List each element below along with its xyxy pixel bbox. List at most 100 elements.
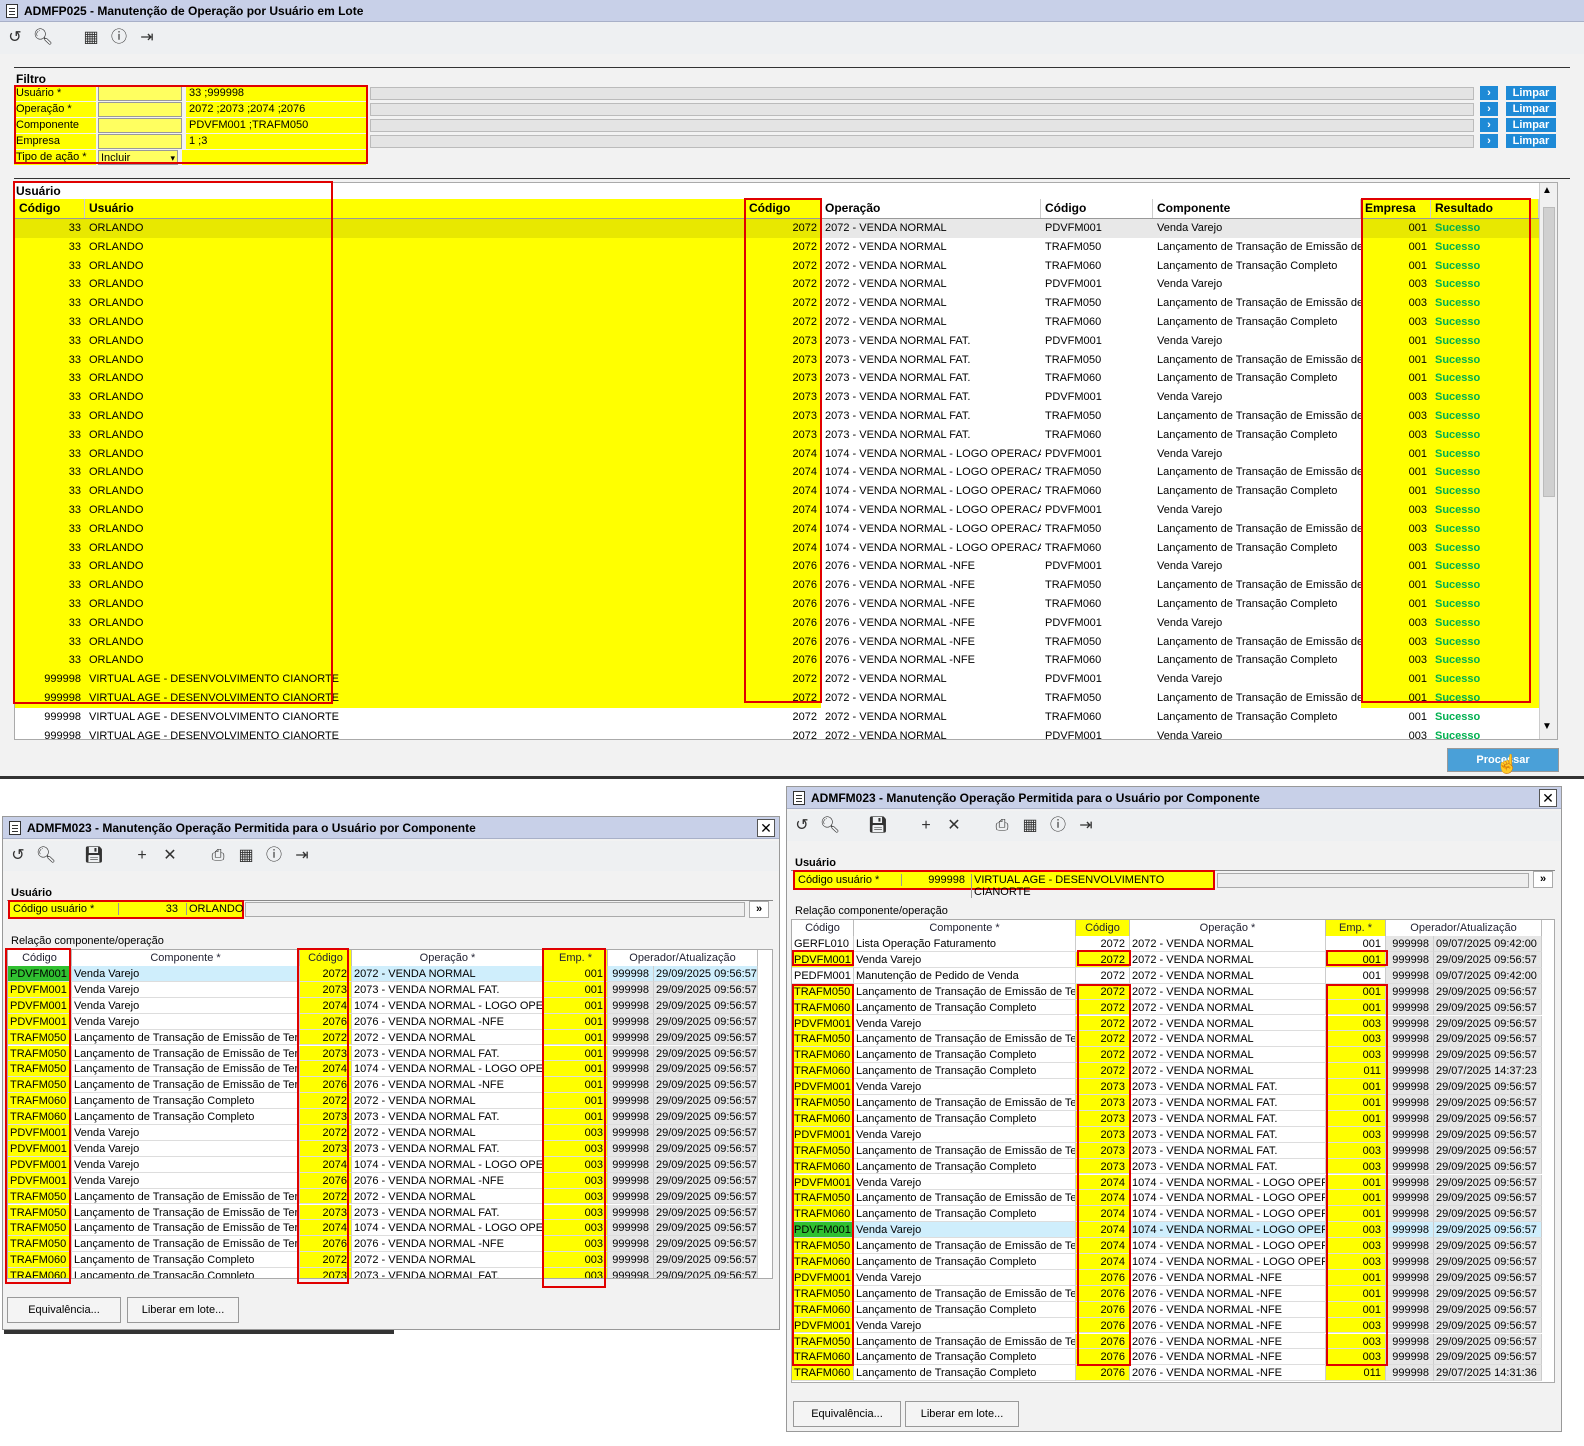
refresh-icon[interactable]: ↺ <box>4 27 26 49</box>
table-row[interactable]: TRAFM050 Lançamento de Transação de Emiss… <box>792 1190 1542 1207</box>
table-row[interactable]: PDVFM001 Venda Varejo 2076 2076 - VENDA NOR… <box>8 1013 758 1030</box>
calendar-icon[interactable]: ▦ <box>80 27 102 49</box>
search-icon[interactable]: 🔍︎ <box>32 27 54 49</box>
exit-icon[interactable]: ⇥ <box>1075 815 1097 837</box>
table-row[interactable]: TRAFM050 Lançamento de Transação de Emiss… <box>8 1188 758 1205</box>
help-icon[interactable]: ⓘ <box>108 27 130 49</box>
table-row[interactable]: PDVFM001 Venda Varejo 2076 2076 - VENDA NOR… <box>8 1172 758 1189</box>
table-row[interactable]: PDVFM001 Venda Varejo 2072 2072 - VENDA NOR… <box>8 1125 758 1141</box>
table-row[interactable]: PDVFM001 Venda Varejo 2074 1074 - VENDA NOR… <box>792 1174 1542 1191</box>
filtro-limpar-button-3[interactable]: Limpar <box>1506 134 1556 148</box>
delete-icon[interactable]: ✕ <box>943 815 965 837</box>
table-row[interactable]: TRAFM050 Lançamento de Transação de Emiss… <box>8 1220 758 1237</box>
sub-header-0[interactable]: Código <box>792 920 854 936</box>
filtro-select-button-1[interactable]: › <box>1480 102 1498 116</box>
table-row[interactable]: PDVFM001 Venda Varejo 2076 2076 - VENDA NOR… <box>792 1269 1542 1286</box>
table-row[interactable]: TRAFM050 Lançamento de Transação de Emiss… <box>792 1285 1542 1302</box>
table-row[interactable]: TRAFM060 Lançamento de Transação Completo… <box>792 1349 1542 1366</box>
exit-icon[interactable]: ⇥ <box>136 27 158 49</box>
left-codigo-input[interactable]: 33 <box>118 903 182 915</box>
table-row[interactable]: PDVFM001 Venda Varejo 2073 2073 - VENDA NOR… <box>8 1140 758 1157</box>
refresh-icon[interactable]: ↺ <box>791 815 813 837</box>
sub-header-5[interactable]: Operador/Atualização <box>1386 920 1542 936</box>
table-row[interactable]: TRAFM050 Lançamento de Transação de Emiss… <box>792 983 1542 1000</box>
table-row[interactable]: TRAFM050 Lançamento de Transação de Emiss… <box>8 1077 758 1094</box>
table-row[interactable]: TRAFM050 Lançamento de Transação de Emiss… <box>792 1333 1542 1350</box>
table-row[interactable]: TRAFM050 Lançamento de Transação de Emiss… <box>792 1031 1542 1048</box>
table-row[interactable]: TRAFM060 Lançamento de Transação Completo… <box>792 1047 1542 1064</box>
sub-header-5[interactable]: Operador/Atualização <box>608 950 758 966</box>
table-row[interactable]: TRAFM060 Lançamento de Transação Completo… <box>8 1093 758 1110</box>
filtro-limpar-button-0[interactable]: Limpar <box>1506 86 1556 100</box>
table-row[interactable]: PDVFM001 Venda Varejo 2072 2072 - VENDA NOR… <box>792 1015 1542 1032</box>
table-row[interactable]: PDVFM001 Venda Varejo 2072 2072 - VENDA NOR… <box>8 966 758 982</box>
table-row[interactable]: PDVFM001 Venda Varejo 2076 2076 - VENDA NOR… <box>792 1317 1542 1334</box>
grid-header-4[interactable]: Código <box>1041 199 1153 218</box>
filtro-select-button-3[interactable]: › <box>1480 134 1498 148</box>
filtro-limpar-button-2[interactable]: Limpar <box>1506 118 1556 132</box>
table-row[interactable]: 999998 VIRTUAL AGE - DESENVOLVIMENTO CIAN… <box>15 727 1539 739</box>
close-icon[interactable]: ✕ <box>1539 789 1557 807</box>
table-row[interactable]: TRAFM060 Lançamento de Transação Completo… <box>8 1252 758 1269</box>
save-icon[interactable]: 💾︎ <box>867 815 889 837</box>
table-row[interactable]: TRAFM050 Lançamento de Transação de Emiss… <box>792 1095 1542 1111</box>
add-icon[interactable]: + <box>915 815 937 837</box>
table-row[interactable]: TRAFM050 Lançamento de Transação de Emiss… <box>8 1029 758 1046</box>
table-row[interactable]: GERFL010 Lista Operação Faturamento 2072 20… <box>792 936 1542 952</box>
sub-header-3[interactable]: Operação * <box>352 950 544 966</box>
table-row[interactable]: PDVFM001 Venda Varejo 2074 1074 - VENDA NOR… <box>792 1222 1542 1239</box>
table-row[interactable]: TRAFM050 Lançamento de Transação de Emiss… <box>8 1061 758 1078</box>
table-row[interactable]: PDVFM001 Venda Varejo 2074 1074 - VENDA NOR… <box>8 1156 758 1173</box>
table-row[interactable]: TRAFM050 Lançamento de Transação de Emiss… <box>8 1236 758 1253</box>
table-row[interactable]: PDVFM001 Venda Varejo 2073 2073 - VENDA NOR… <box>792 1079 1542 1095</box>
sub-header-2[interactable]: Código <box>1076 920 1130 936</box>
table-row[interactable]: 999998 VIRTUAL AGE - DESENVOLVIMENTO CIAN… <box>15 708 1539 727</box>
table-row[interactable]: TRAFM060 Lançamento de Transação Completo… <box>792 1365 1542 1382</box>
print-icon[interactable]: ⎙ <box>207 845 229 867</box>
table-row[interactable]: TRAFM060 Lançamento de Transação Completo… <box>8 1268 758 1278</box>
refresh-icon[interactable]: ↺ <box>7 845 29 867</box>
right-expand-button[interactable]: » <box>1533 871 1553 888</box>
table-row[interactable]: TRAFM050 Lançamento de Transação de Emiss… <box>8 1204 758 1221</box>
left-expand-button[interactable]: » <box>749 901 769 918</box>
calendar-icon[interactable]: ▦ <box>1019 815 1041 837</box>
table-row[interactable]: PEDFM001 Manutenção de Pedido de Venda 207… <box>792 967 1542 984</box>
right-equivalencia-button[interactable]: Equivalência... <box>793 1401 901 1427</box>
left-liberar-button[interactable]: Liberar em lote... <box>127 1297 239 1323</box>
table-row[interactable]: PDVFM001 Venda Varejo 2074 1074 - VENDA NOR… <box>8 997 758 1014</box>
sub-header-1[interactable]: Componente * <box>854 920 1076 936</box>
table-row[interactable]: TRAFM060 Lançamento de Transação Completo… <box>792 1063 1542 1080</box>
table-row[interactable]: TRAFM060 Lançamento de Transação Completo… <box>792 1301 1542 1318</box>
calendar-icon[interactable]: ▦ <box>235 845 257 867</box>
save-icon[interactable]: 💾︎ <box>83 845 105 867</box>
close-icon[interactable]: ✕ <box>757 819 775 837</box>
grid-scrollbar[interactable]: ▲ ▼ <box>1539 183 1557 739</box>
filtro-select-button-0[interactable]: › <box>1480 86 1498 100</box>
grid-header-5[interactable]: Componente <box>1153 199 1361 218</box>
delete-icon[interactable]: ✕ <box>159 845 181 867</box>
table-row[interactable]: TRAFM060 Lançamento de Transação Completo… <box>792 1254 1542 1270</box>
table-row[interactable]: TRAFM050 Lançamento de Transação de Emiss… <box>792 1142 1542 1159</box>
table-row[interactable]: PDVFM001 Venda Varejo 2073 2073 - VENDA NOR… <box>8 981 758 998</box>
filtro-select-button-2[interactable]: › <box>1480 118 1498 132</box>
table-row[interactable]: TRAFM050 Lançamento de Transação de Emiss… <box>8 1045 758 1062</box>
table-row[interactable]: TRAFM060 Lançamento de Transação Completo… <box>792 1206 1542 1223</box>
help-icon[interactable]: ⓘ <box>263 845 285 867</box>
print-icon[interactable]: ⎙ <box>991 815 1013 837</box>
table-row[interactable]: PDVFM001 Venda Varejo 2073 2073 - VENDA NOR… <box>792 1126 1542 1143</box>
sub-header-1[interactable]: Componente * <box>72 950 300 966</box>
table-row[interactable]: TRAFM060 Lançamento de Transação Completo… <box>792 1110 1542 1127</box>
table-row[interactable]: TRAFM050 Lançamento de Transação de Emiss… <box>792 1238 1542 1254</box>
filtro-limpar-button-1[interactable]: Limpar <box>1506 102 1556 116</box>
table-row[interactable]: TRAFM060 Lançamento de Transação Completo… <box>792 999 1542 1016</box>
add-icon[interactable]: + <box>131 845 153 867</box>
table-row[interactable]: TRAFM060 Lançamento de Transação Completo… <box>792 1158 1542 1175</box>
grid-header-3[interactable]: Operação <box>821 199 1041 218</box>
left-equivalencia-button[interactable]: Equivalência... <box>7 1297 121 1323</box>
table-row[interactable]: TRAFM060 Lançamento de Transação Completo… <box>8 1109 758 1125</box>
right-codigo-input[interactable]: 999998 <box>901 874 969 886</box>
sub-header-3[interactable]: Operação * <box>1130 920 1326 936</box>
right-liberar-button[interactable]: Liberar em lote... <box>905 1401 1019 1427</box>
help-icon[interactable]: ⓘ <box>1047 815 1069 837</box>
sub-header-4[interactable]: Emp. * <box>1326 920 1386 936</box>
